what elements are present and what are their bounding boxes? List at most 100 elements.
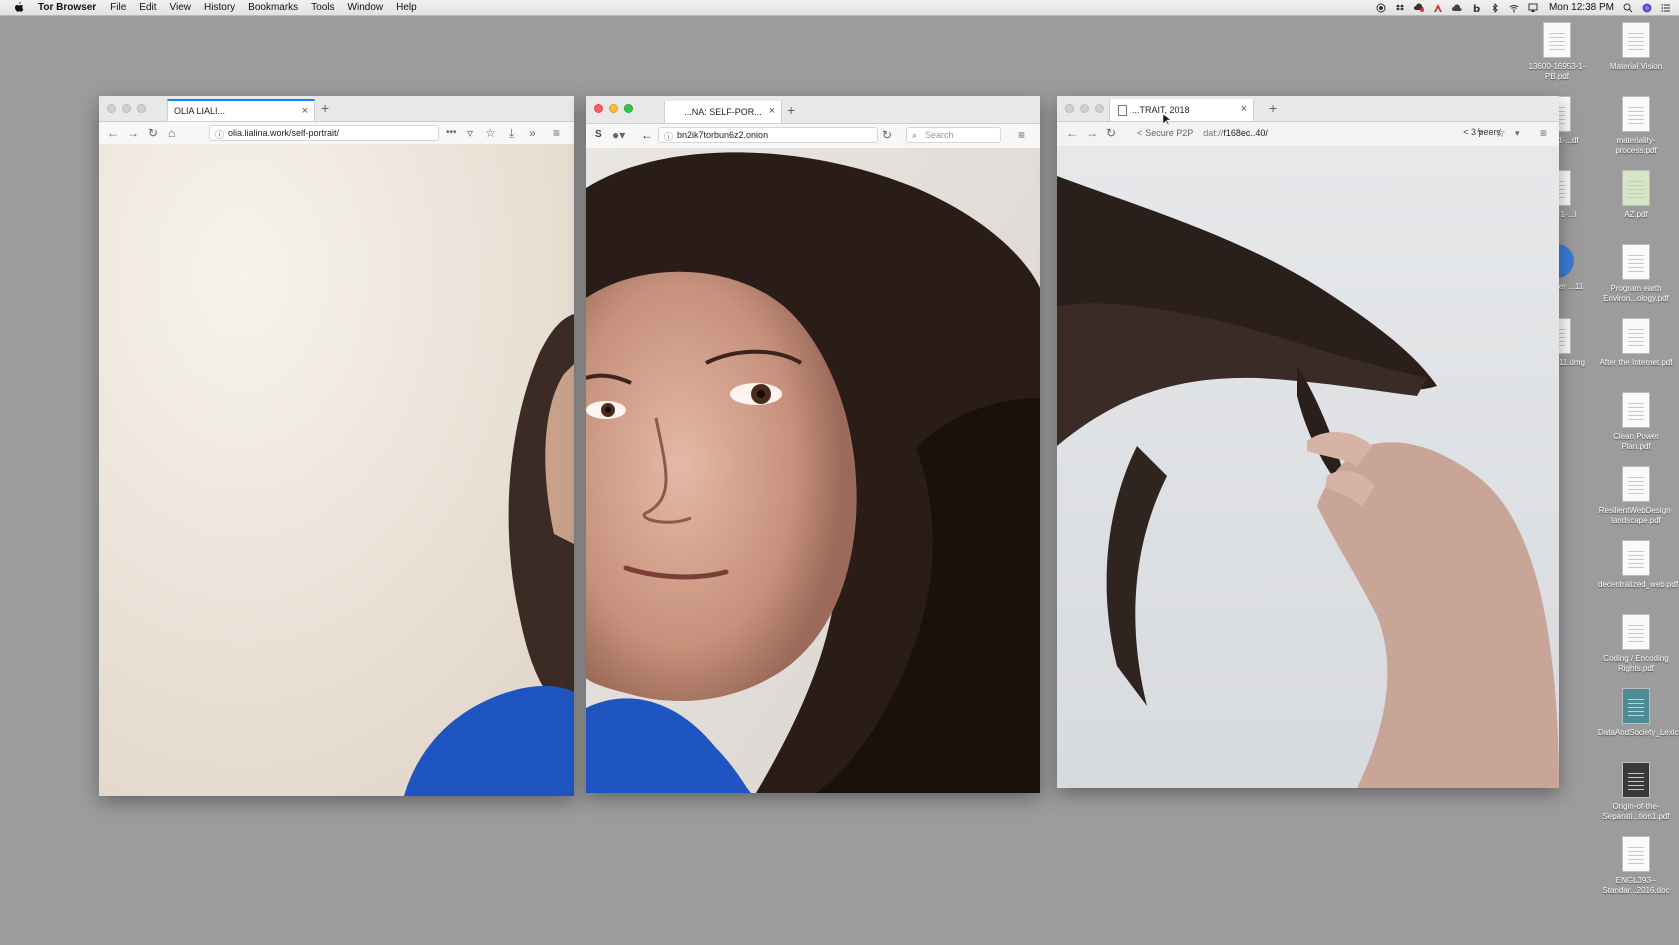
browser-window-center: ...NA: SELF-POR... × + S ●▾ ← ⓘ bn2ik7to… — [586, 96, 1040, 793]
pdf-document-icon — [1622, 22, 1650, 58]
url-bar[interactable]: ⓘ bn2ik7torbun6z2.onion — [658, 127, 878, 143]
desktop-file-icon[interactable]: ResilientWebDesign-landscape.pdf — [1598, 466, 1674, 526]
desktop-file-icon[interactable]: Coding / Encoding Rights.pdf — [1598, 614, 1674, 674]
close-window-button[interactable] — [1065, 104, 1074, 113]
forward-icon[interactable]: → — [1086, 127, 1098, 139]
tab-active[interactable]: ...TRAIT, 2018 × — [1109, 99, 1254, 121]
close-window-button[interactable] — [594, 104, 603, 113]
desktop-file-icon[interactable]: ENGL393--Standar...2016.doc — [1598, 836, 1674, 896]
window-controls — [594, 104, 633, 113]
pdf-document-icon — [1622, 244, 1650, 280]
wifi-icon[interactable] — [1509, 3, 1519, 13]
bookmark-star-icon[interactable]: ☆ — [485, 127, 496, 139]
desktop-file-icon[interactable]: Program earth Environ...ology.pdf — [1598, 244, 1674, 304]
reload-icon[interactable]: ↻ — [1106, 127, 1116, 139]
menu-window[interactable]: Window — [348, 2, 384, 13]
new-tab-button[interactable]: + — [321, 100, 329, 116]
home-icon[interactable]: ⌂ — [168, 127, 175, 139]
info-icon[interactable]: ⓘ — [215, 128, 224, 141]
minimize-window-button[interactable] — [609, 104, 618, 113]
zoom-window-button[interactable] — [624, 104, 633, 113]
back-icon[interactable]: ← — [1066, 127, 1078, 139]
desktop-file-icon[interactable]: After the Internet.pdf — [1598, 318, 1674, 368]
nav-bar: ← → ↻ ⌂ ⓘ olia.lialina.work/self-portrai… — [99, 122, 574, 145]
new-tab-button[interactable]: + — [787, 102, 795, 118]
close-tab-icon[interactable]: × — [1241, 103, 1247, 115]
tor-onion-icon[interactable]: ●▾ — [612, 129, 625, 141]
menu-bar: Tor Browser File Edit View History Bookm… — [0, 0, 1679, 16]
reload-icon[interactable]: ↻ — [148, 127, 158, 139]
page-content-image — [586, 148, 1040, 793]
b-app-icon[interactable]: b — [1471, 3, 1481, 13]
url-text: olia.lialina.work/self-portrait/ — [228, 128, 340, 138]
minimize-window-button[interactable] — [1080, 104, 1089, 113]
record-icon[interactable] — [1376, 3, 1386, 13]
menu-bookmarks[interactable]: Bookmarks — [248, 2, 298, 13]
close-tab-icon[interactable]: × — [302, 105, 308, 117]
hamburger-menu-icon[interactable]: ≡ — [1018, 129, 1025, 141]
desktop-file-label: 13600-16953-1-PB.pdf — [1528, 62, 1586, 81]
dropbox-icon[interactable] — [1395, 3, 1405, 13]
back-icon[interactable]: ← — [641, 129, 653, 141]
zoom-window-button[interactable] — [137, 104, 146, 113]
menu-view[interactable]: View — [170, 2, 192, 13]
app-name-menu[interactable]: Tor Browser — [38, 2, 96, 13]
desktop-file-icon[interactable]: materiality-process.pdf — [1598, 96, 1674, 156]
library-icon[interactable]: ≡ — [553, 127, 560, 139]
url-text: bn2ik7torbun6z2.onion — [677, 130, 769, 140]
hamburger-menu-icon[interactable]: ≡ — [1540, 127, 1547, 139]
desktop-file-icon[interactable]: Clean Power Plan.pdf — [1598, 392, 1674, 452]
menu-history[interactable]: History — [204, 2, 235, 13]
tab-title: OLIA LIALI... — [174, 106, 226, 116]
desktop-file-icon[interactable]: DataAndSociety_LexiconofLies.pdf — [1598, 688, 1679, 738]
minimize-window-button[interactable] — [122, 104, 131, 113]
tab-active[interactable]: ...NA: SELF-POR... × — [664, 101, 782, 123]
desktop-file-icon[interactable]: AZ.pdf — [1598, 170, 1674, 220]
lightning-icon[interactable]: ϟ — [1477, 127, 1482, 139]
apple-icon[interactable] — [12, 1, 26, 15]
menu-edit[interactable]: Edit — [139, 2, 156, 13]
desktop-file-icon[interactable]: Origin-of-the-Separati...tion1.pdf — [1598, 762, 1674, 822]
more-actions-icon[interactable]: ••• — [446, 127, 457, 139]
desktop-file-icon[interactable]: Material Vision — [1598, 22, 1674, 72]
bookmark-star-icon[interactable]: ☆ — [1495, 127, 1506, 139]
pdf-document-icon — [1622, 540, 1650, 576]
reload-icon[interactable]: ↻ — [882, 129, 892, 141]
spotlight-search-icon[interactable] — [1623, 3, 1633, 13]
new-tab-button[interactable]: + — [1269, 100, 1277, 116]
siri-icon[interactable] — [1642, 3, 1652, 13]
adobe-icon[interactable] — [1433, 3, 1443, 13]
info-icon[interactable]: ⓘ — [664, 130, 673, 143]
creative-cloud-icon[interactable] — [1413, 2, 1424, 13]
forward-icon[interactable]: → — [127, 127, 139, 139]
search-input[interactable]: ⌕ Search — [906, 127, 1001, 143]
download-icon[interactable]: ⤓ — [509, 127, 514, 139]
page-icon — [1118, 104, 1127, 116]
desktop-file-icon[interactable]: decentralized_web.pdf — [1598, 540, 1678, 590]
pocket-icon[interactable]: ▿ — [467, 127, 473, 139]
menu-file[interactable]: File — [110, 2, 126, 13]
bluetooth-icon[interactable] — [1490, 2, 1500, 13]
cloud-icon[interactable] — [1451, 3, 1462, 13]
dropdown-icon[interactable]: ▾ — [1515, 127, 1520, 139]
page-content-image — [1057, 146, 1559, 788]
back-icon[interactable]: ← — [107, 127, 119, 139]
menu-help[interactable]: Help — [396, 2, 417, 13]
menu-tools[interactable]: Tools — [311, 2, 334, 13]
desktop-file-label: Coding / Encoding Rights.pdf — [1603, 654, 1669, 673]
close-tab-icon[interactable]: × — [769, 105, 775, 117]
desktop-file-label: Material Vision — [1609, 62, 1663, 71]
airplay-icon[interactable] — [1528, 3, 1538, 13]
browser-window-right: ...TRAIT, 2018 × + ← → ↻ < Secure P2P da… — [1057, 96, 1559, 788]
window-controls — [1065, 104, 1104, 113]
tab-active[interactable]: OLIA LIALI... × — [167, 99, 315, 121]
url-bar[interactable]: < Secure P2P dat:// f168ec..40/ < 3 peer… — [1131, 125, 1501, 141]
notification-center-icon[interactable] — [1661, 3, 1671, 13]
close-window-button[interactable] — [107, 104, 116, 113]
overflow-menu-icon[interactable]: » — [529, 127, 536, 139]
noscript-icon[interactable]: S — [595, 129, 602, 141]
url-bar[interactable]: ⓘ olia.lialina.work/self-portrait/ — [209, 125, 439, 141]
zoom-window-button[interactable] — [1095, 104, 1104, 113]
clock[interactable]: Mon 12:38 PM — [1549, 2, 1614, 13]
desktop-file-icon[interactable]: 13600-16953-1-PB.pdf — [1519, 22, 1595, 82]
